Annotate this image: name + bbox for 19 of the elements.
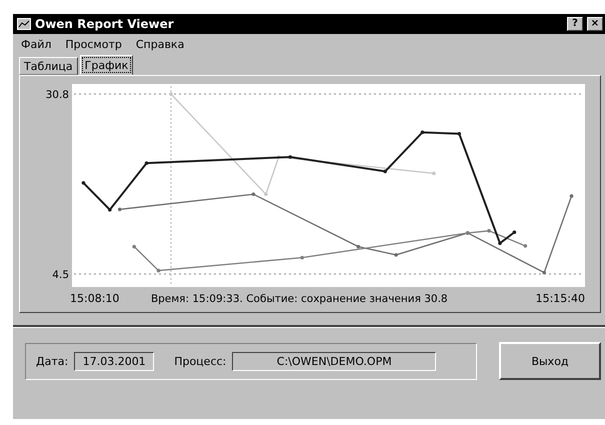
date-field: 17.03.2001 (74, 352, 154, 370)
chart-icon (17, 18, 31, 30)
title-button[interactable]: ? (567, 17, 583, 31)
menu-item[interactable]: Просмотр (65, 38, 122, 51)
axis-label: 30.8 (46, 89, 69, 101)
axis-label: 4.5 (52, 269, 69, 281)
exit-button[interactable]: Выход (499, 342, 601, 380)
axis-label: 15:08:10 (70, 292, 120, 305)
title-button[interactable]: × (587, 17, 603, 31)
field-label: Процесс: (174, 354, 226, 368)
tab[interactable]: График (80, 55, 134, 75)
menu-item[interactable]: Справка (136, 38, 184, 51)
status-text: Время: 15:09:33. Событие: сохранение значения 30.8 (150, 293, 448, 305)
axis-label: 15:15:40 (536, 292, 585, 305)
tab[interactable]: Таблица (19, 57, 78, 75)
process-field: C:\OWEN\DEMO.OPM (232, 352, 436, 370)
field-label: Дата: (36, 354, 68, 368)
window-title: Owen Report Viewer (35, 17, 175, 31)
menu-item[interactable]: Файл (21, 38, 52, 51)
